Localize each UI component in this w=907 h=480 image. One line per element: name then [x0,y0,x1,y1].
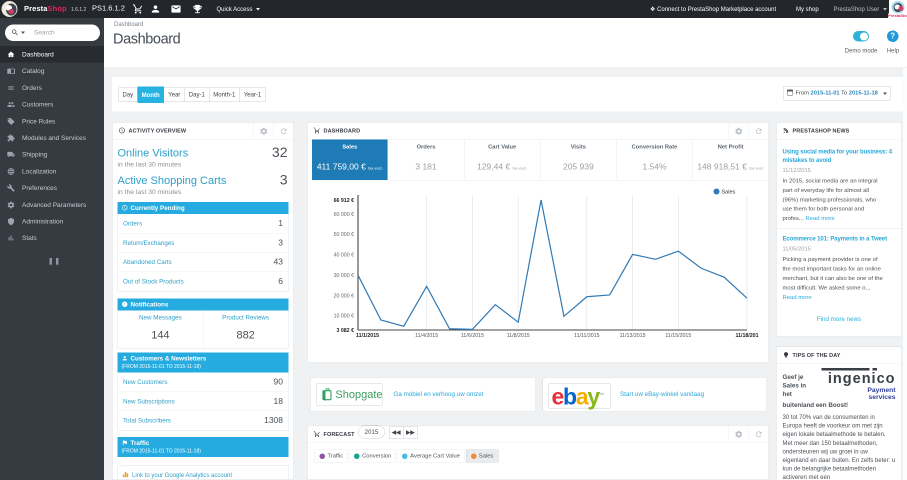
svg-text:10 000 €: 10 000 € [334,314,355,320]
svg-text:11/4/2015: 11/4/2015 [415,333,438,339]
svg-text:11/11/2015: 11/11/2015 [574,333,600,339]
svg-text:11/8/2015: 11/8/2015 [507,333,530,339]
svg-text:11/1/2015: 11/1/2015 [356,333,379,339]
svg-text:50 000 €: 50 000 € [334,232,355,238]
svg-text:11/13/2015: 11/13/2015 [620,333,646,339]
svg-text:Sales: Sales [722,190,736,196]
svg-text:3 082 €: 3 082 € [336,328,354,334]
svg-text:20 000 €: 20 000 € [334,293,355,299]
svg-text:30 000 €: 30 000 € [334,273,355,279]
svg-text:40 000 €: 40 000 € [334,253,355,259]
svg-text:11/15/2015: 11/15/2015 [665,333,691,339]
svg-text:11/6/2015: 11/6/2015 [461,333,484,339]
svg-text:11/18/201: 11/18/201 [735,333,758,339]
svg-text:66 912 €: 66 912 € [334,198,355,204]
svg-text:60 000 €: 60 000 € [334,212,355,218]
